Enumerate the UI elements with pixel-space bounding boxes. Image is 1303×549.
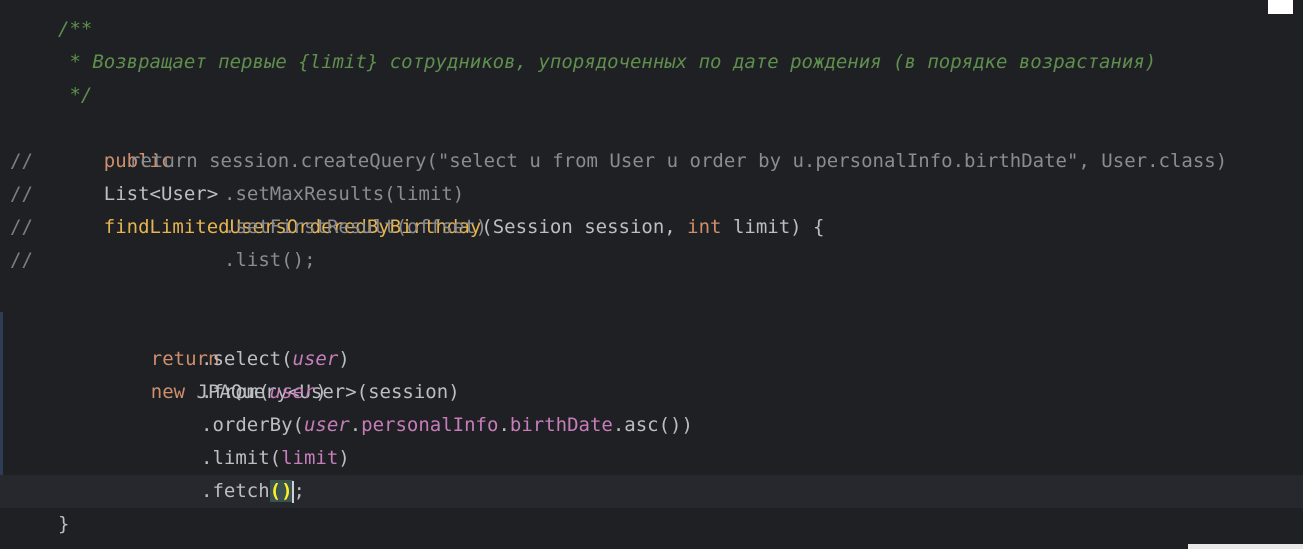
orderby-call-line: .orderBy(user.personalInfo.birthDate.asc… [201, 409, 693, 442]
commented-list-line: .list(); [224, 249, 316, 271]
user-field: user [292, 348, 339, 370]
javadoc-close: */ [58, 84, 93, 106]
keyword-new: new [150, 381, 186, 403]
limit-param: limit [281, 447, 339, 469]
params-open: (Session session, [481, 216, 688, 238]
javadoc-open: /** [58, 18, 93, 40]
horizontal-scrollbar[interactable] [1188, 544, 1303, 549]
semicolon: ; [293, 480, 305, 502]
member-dot: . [498, 414, 510, 436]
personalinfo-member: personalInfo [361, 414, 499, 436]
limit-call: .limit( [201, 447, 282, 469]
from-call-line: .from(user) [201, 376, 327, 409]
birthdate-member: birthDate [509, 414, 613, 436]
current-line-highlight [0, 475, 1303, 508]
return-type: List<User> [103, 183, 219, 205]
method-signature: public List<User> findLimitedUsersOrdere… [58, 112, 825, 238]
member-dot: . [349, 414, 362, 436]
asc-call: .asc()) [612, 414, 693, 436]
from-close: ) [315, 381, 327, 403]
from-call: .from( [201, 381, 270, 403]
select-call-line: .select(user) [201, 343, 350, 376]
fetch-call-line[interactable]: .fetch(); [201, 475, 305, 508]
fetch-call: .fetch [201, 480, 270, 502]
matched-parentheses: () [269, 480, 293, 502]
select-call: .select( [201, 348, 293, 370]
user-field: user [303, 414, 350, 436]
orderby-call: .orderBy( [201, 414, 304, 436]
line-comment-marker: // [10, 150, 33, 172]
overlay-indicator [1268, 0, 1293, 14]
commented-return-line: return session.createQuery("select u fro… [129, 150, 1228, 172]
commented-setfirstresult-line: .setFirstResult(offset) [224, 216, 488, 238]
select-close: ) [338, 348, 350, 370]
commented-setmaxresults-line: .setMaxResults(limit) [224, 183, 465, 205]
keyword-int: int [687, 216, 722, 238]
return-jpaquery-line: return new JPAQuery<User>(session) [105, 310, 460, 403]
line-comment-marker: // [10, 183, 33, 205]
code-editor[interactable]: // // // // /** * Возвращает первые {lim… [0, 0, 1303, 549]
javadoc-body: * Возвращает первые {limit} сотрудников,… [58, 51, 1157, 73]
method-close-brace: } [58, 513, 70, 535]
user-field: user [269, 381, 316, 403]
limit-close: ) [338, 447, 350, 469]
line-comment-marker: // [10, 216, 33, 238]
params-close: limit) { [721, 216, 825, 238]
limit-call-line: .limit(limit) [201, 442, 350, 475]
line-comment-marker: // [10, 249, 33, 271]
